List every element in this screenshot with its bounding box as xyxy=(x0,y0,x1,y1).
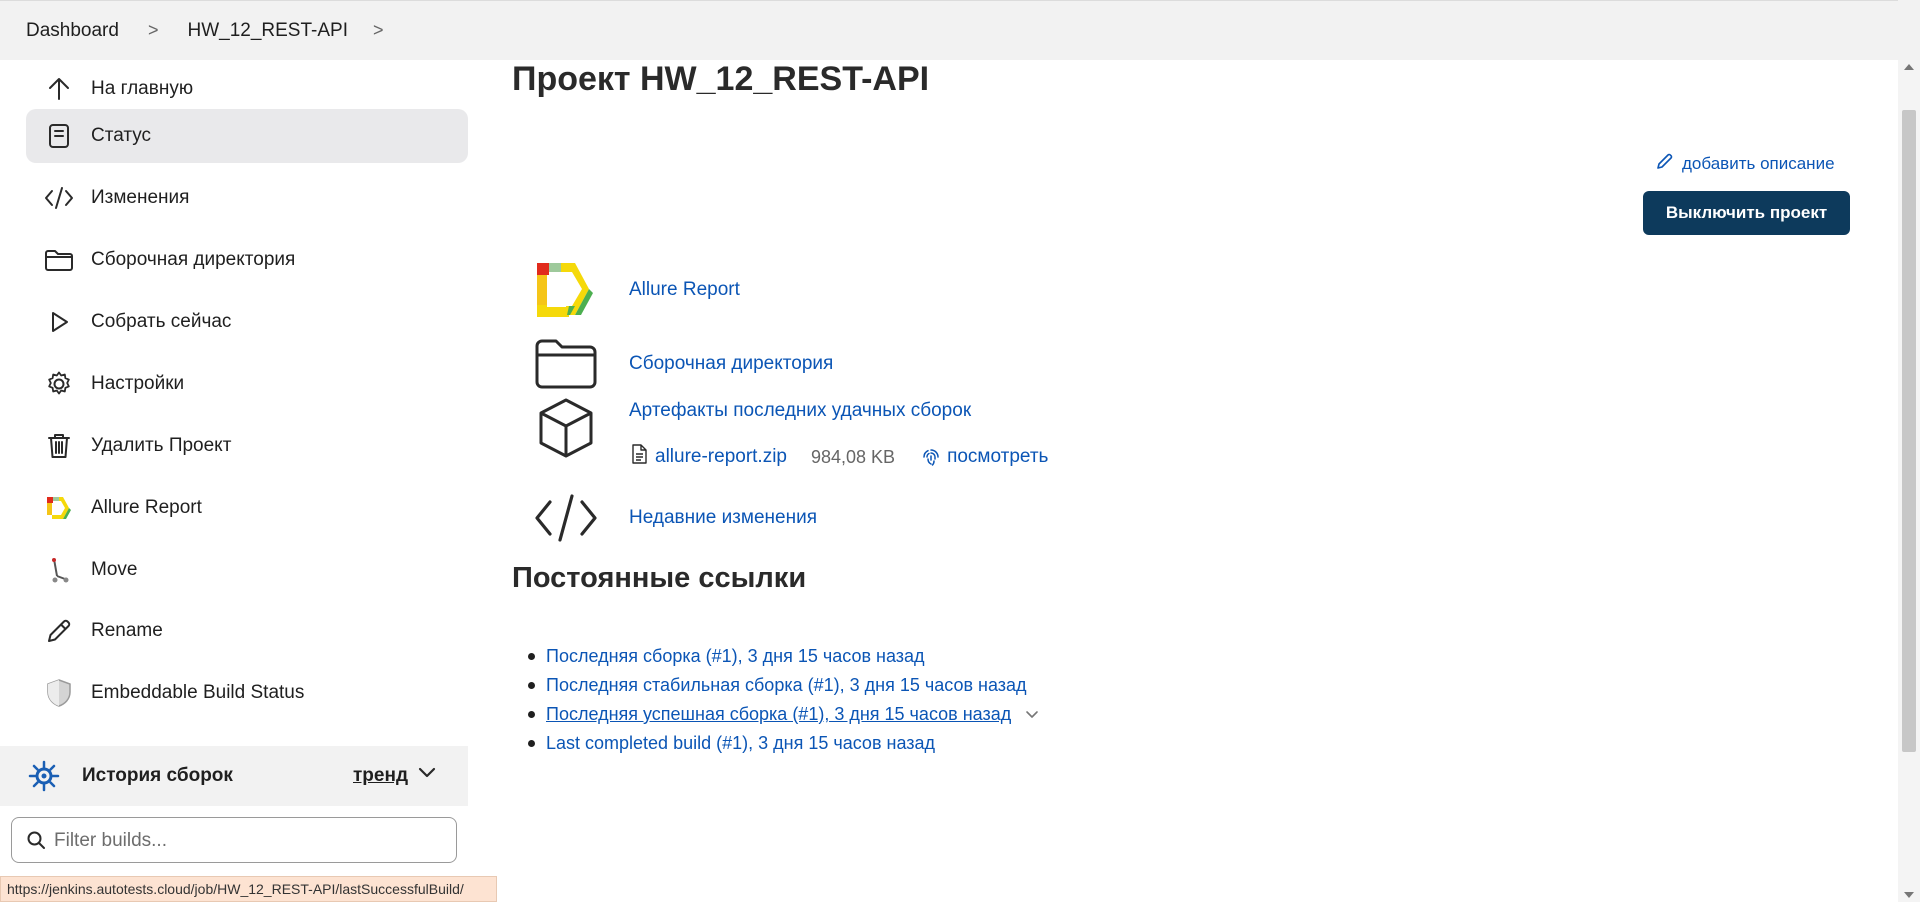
task-artifacts: Артефакты последних удачных сборок xyxy=(534,396,971,460)
sidebar-item-label: Изменения xyxy=(91,187,190,208)
build-history-title: История сборок xyxy=(82,765,233,786)
code-icon xyxy=(534,486,598,550)
allure-icon xyxy=(534,258,598,322)
permalink-item: Last completed build (#1), 3 дня 15 часо… xyxy=(527,729,1039,758)
file-icon xyxy=(631,444,647,470)
sidebar-item-label: Allure Report xyxy=(91,497,202,518)
arrow-up-icon xyxy=(44,74,74,104)
permalink-item: Последняя стабильная сборка (#1), 3 дня … xyxy=(527,671,1039,700)
artifact-file-link[interactable]: allure-report.zip xyxy=(655,446,787,468)
document-icon xyxy=(44,121,74,151)
sidebar-item-move[interactable]: Move xyxy=(26,543,468,597)
workspace-link[interactable]: Сборочная директория xyxy=(629,353,833,375)
box-icon xyxy=(534,396,598,460)
artifacts-link[interactable]: Артефакты последних удачных сборок xyxy=(629,400,971,422)
task-workspace[interactable]: Сборочная директория xyxy=(534,332,833,396)
folder-icon xyxy=(44,245,74,275)
permalinks-title: Постоянные ссылки xyxy=(512,562,807,594)
sidebar-item-label: На главную xyxy=(91,78,194,99)
sidebar-item-settings[interactable]: Настройки xyxy=(26,357,468,411)
chevron-down-icon[interactable] xyxy=(418,766,436,784)
sidebar-item-label: Embeddable Build Status xyxy=(91,682,305,703)
sidebar-item-label: Статус xyxy=(91,125,152,146)
sidebar-item-label: Сборочная директория xyxy=(91,249,296,270)
scroll-down-arrow[interactable] xyxy=(1904,892,1914,898)
task-recent-changes[interactable]: Недавние изменения xyxy=(534,486,817,550)
disable-project-button[interactable]: Выключить проект xyxy=(1643,191,1850,235)
sidebar-item-workspace[interactable]: Сборочная директория xyxy=(26,233,468,287)
sidebar-item-label: Настройки xyxy=(91,373,185,394)
add-description-label: добавить описание xyxy=(1682,153,1835,173)
code-icon xyxy=(44,183,74,213)
trash-icon xyxy=(44,431,74,461)
topbar-edge xyxy=(1898,0,1920,60)
breadcrumb: Dashboard > HW_12_REST-API > xyxy=(0,0,1920,60)
sidebar-item-label: Rename xyxy=(91,620,163,641)
breadcrumb-project[interactable]: HW_12_REST-API xyxy=(187,20,348,42)
permalink-last-successful-build[interactable]: Последняя успешная сборка (#1), 3 дня 15… xyxy=(546,704,1011,725)
allure-report-link[interactable]: Allure Report xyxy=(629,279,740,301)
sidebar-item-home[interactable]: На главную xyxy=(26,62,468,116)
trend-link[interactable]: тренд xyxy=(353,765,408,787)
vertical-scrollbar[interactable] xyxy=(1898,60,1920,902)
move-icon xyxy=(44,555,74,585)
add-description-link[interactable]: добавить описание xyxy=(1656,152,1835,175)
build-history-header: История сборок тренд xyxy=(0,746,468,806)
sidebar-item-label: Удалить Проект xyxy=(91,435,232,456)
play-icon xyxy=(44,307,74,337)
page-title: Проект HW_12_REST-API xyxy=(512,60,930,98)
permalinks-list: Последняя сборка (#1), 3 дня 15 часов на… xyxy=(527,642,1039,758)
scroll-up-arrow[interactable] xyxy=(1904,64,1914,70)
permalink-item: Последняя успешная сборка (#1), 3 дня 15… xyxy=(527,700,1039,729)
recent-changes-link[interactable]: Недавние изменения xyxy=(629,507,817,529)
build-history-icon xyxy=(28,760,60,797)
breadcrumb-dashboard[interactable]: Dashboard xyxy=(26,20,119,42)
sidebar-item-build-now[interactable]: Собрать сейчас xyxy=(26,295,468,349)
permalink-last-completed-build[interactable]: Last completed build (#1), 3 дня 15 часо… xyxy=(546,733,935,754)
view-artifact-label: посмотреть xyxy=(947,446,1049,467)
sidebar-item-label: Собрать сейчас xyxy=(91,311,232,332)
folder-icon xyxy=(534,332,598,396)
task-allure-report[interactable]: Allure Report xyxy=(534,258,740,322)
fingerprint-icon xyxy=(923,449,939,466)
sidebar-item-rename[interactable]: Rename xyxy=(26,604,468,658)
breadcrumb-chevron[interactable]: > xyxy=(373,20,384,41)
status-bar-url: https://jenkins.autotests.cloud/job/HW_1… xyxy=(0,876,497,902)
allure-icon xyxy=(44,493,74,523)
gear-icon xyxy=(44,369,74,399)
artifact-size: 984,08 KB xyxy=(811,446,896,467)
breadcrumb-separator: > xyxy=(147,20,159,40)
permalink-last-stable-build[interactable]: Последняя стабильная сборка (#1), 3 дня … xyxy=(546,675,1027,696)
permalink-last-build[interactable]: Последняя сборка (#1), 3 дня 15 часов на… xyxy=(546,646,925,667)
filter-builds-input[interactable] xyxy=(54,826,444,856)
sidebar-item-embeddable-build-status[interactable]: Embeddable Build Status xyxy=(26,666,468,720)
sidebar-item-delete-project[interactable]: Удалить Проект xyxy=(26,419,468,473)
shield-icon xyxy=(44,678,74,708)
filter-builds-field[interactable] xyxy=(11,817,457,863)
scroll-thumb[interactable] xyxy=(1902,110,1916,752)
artifact-entry: allure-report.zip 984,08 KB посмотреть xyxy=(631,444,1048,470)
pencil-icon xyxy=(44,616,74,646)
sidebar-item-changes[interactable]: Изменения xyxy=(26,171,468,225)
permalink-item: Последняя сборка (#1), 3 дня 15 часов на… xyxy=(527,642,1039,671)
sidebar-item-allure-report[interactable]: Allure Report xyxy=(26,481,468,535)
sidebar: На главную Статус Изменения Сборочная ди… xyxy=(0,60,468,902)
pencil-icon xyxy=(1656,152,1682,175)
sidebar-item-label: Move xyxy=(91,559,138,580)
sidebar-item-status[interactable]: Статус xyxy=(26,109,468,163)
search-icon xyxy=(26,830,46,855)
view-artifact-link[interactable]: посмотреть xyxy=(921,446,1048,468)
main-content: Проект HW_12_REST-API добавить описание … xyxy=(468,60,1898,902)
chevron-down-icon[interactable] xyxy=(1025,704,1039,725)
